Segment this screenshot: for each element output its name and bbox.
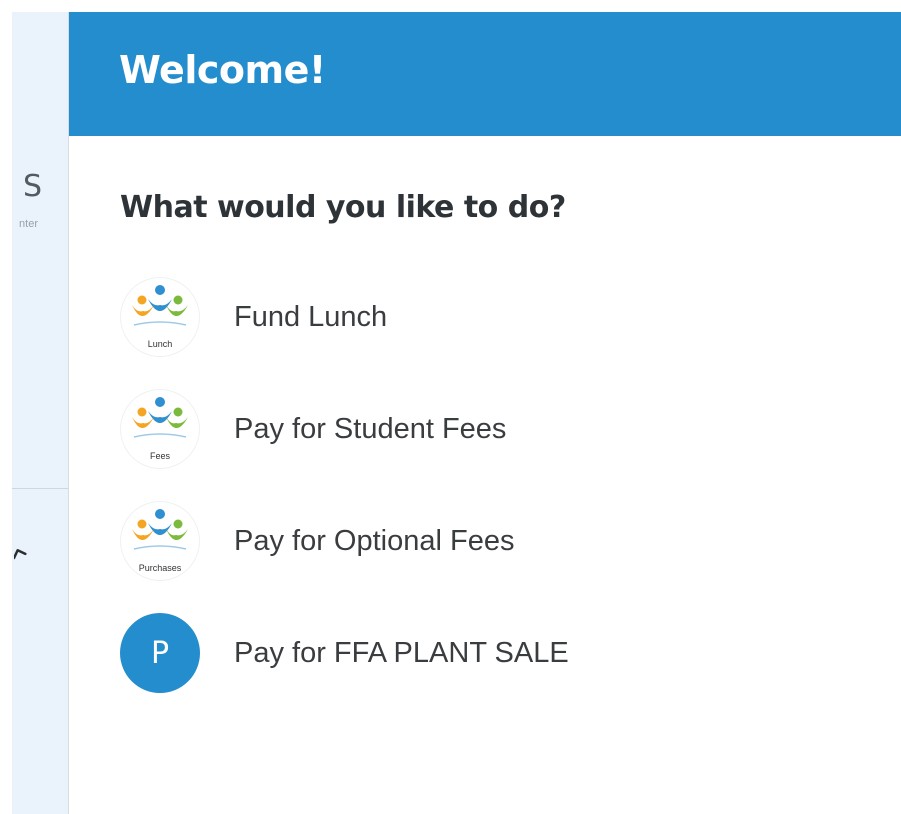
action-fund-lunch[interactable]: Lunch Fund Lunch bbox=[120, 277, 569, 357]
icon-caption: Fees bbox=[149, 451, 170, 461]
icon-caption: Purchases bbox=[138, 563, 182, 573]
sidebar: S nter bbox=[12, 12, 69, 814]
sidebar-logo-letter: S bbox=[22, 169, 42, 204]
chevron-up-icon[interactable] bbox=[14, 544, 30, 560]
action-label[interactable]: Pay for Student Fees bbox=[234, 413, 506, 446]
page-title: Welcome! bbox=[119, 48, 326, 92]
icon-caption: Lunch bbox=[147, 339, 173, 349]
people-logo-graphic bbox=[132, 285, 188, 326]
people-logo-icon: Lunch bbox=[120, 277, 200, 357]
action-ffa-plant-sale[interactable]: P Pay for FFA PLANT SALE bbox=[120, 613, 569, 693]
sidebar-divider bbox=[12, 488, 68, 489]
action-label[interactable]: Pay for FFA PLANT SALE bbox=[234, 637, 569, 670]
action-label[interactable]: Pay for Optional Fees bbox=[234, 525, 514, 558]
action-prompt: What would you like to do? bbox=[120, 190, 566, 225]
people-logo-icon: Purchases bbox=[120, 501, 200, 581]
people-logo-graphic bbox=[132, 397, 188, 438]
action-optional-fees[interactable]: Purchases Pay for Optional Fees bbox=[120, 501, 569, 581]
header-banner: Welcome! bbox=[69, 12, 901, 136]
action-label[interactable]: Fund Lunch bbox=[234, 301, 387, 334]
action-student-fees[interactable]: Fees Pay for Student Fees bbox=[120, 389, 569, 469]
people-logo-icon: Fees bbox=[120, 389, 200, 469]
action-list: Lunch Fund Lunch Fees Pay for Student Fe… bbox=[120, 277, 569, 725]
people-logo-graphic bbox=[132, 509, 188, 550]
letter-avatar-icon: P bbox=[120, 613, 200, 693]
sidebar-logo-subtext: nter bbox=[19, 219, 38, 230]
